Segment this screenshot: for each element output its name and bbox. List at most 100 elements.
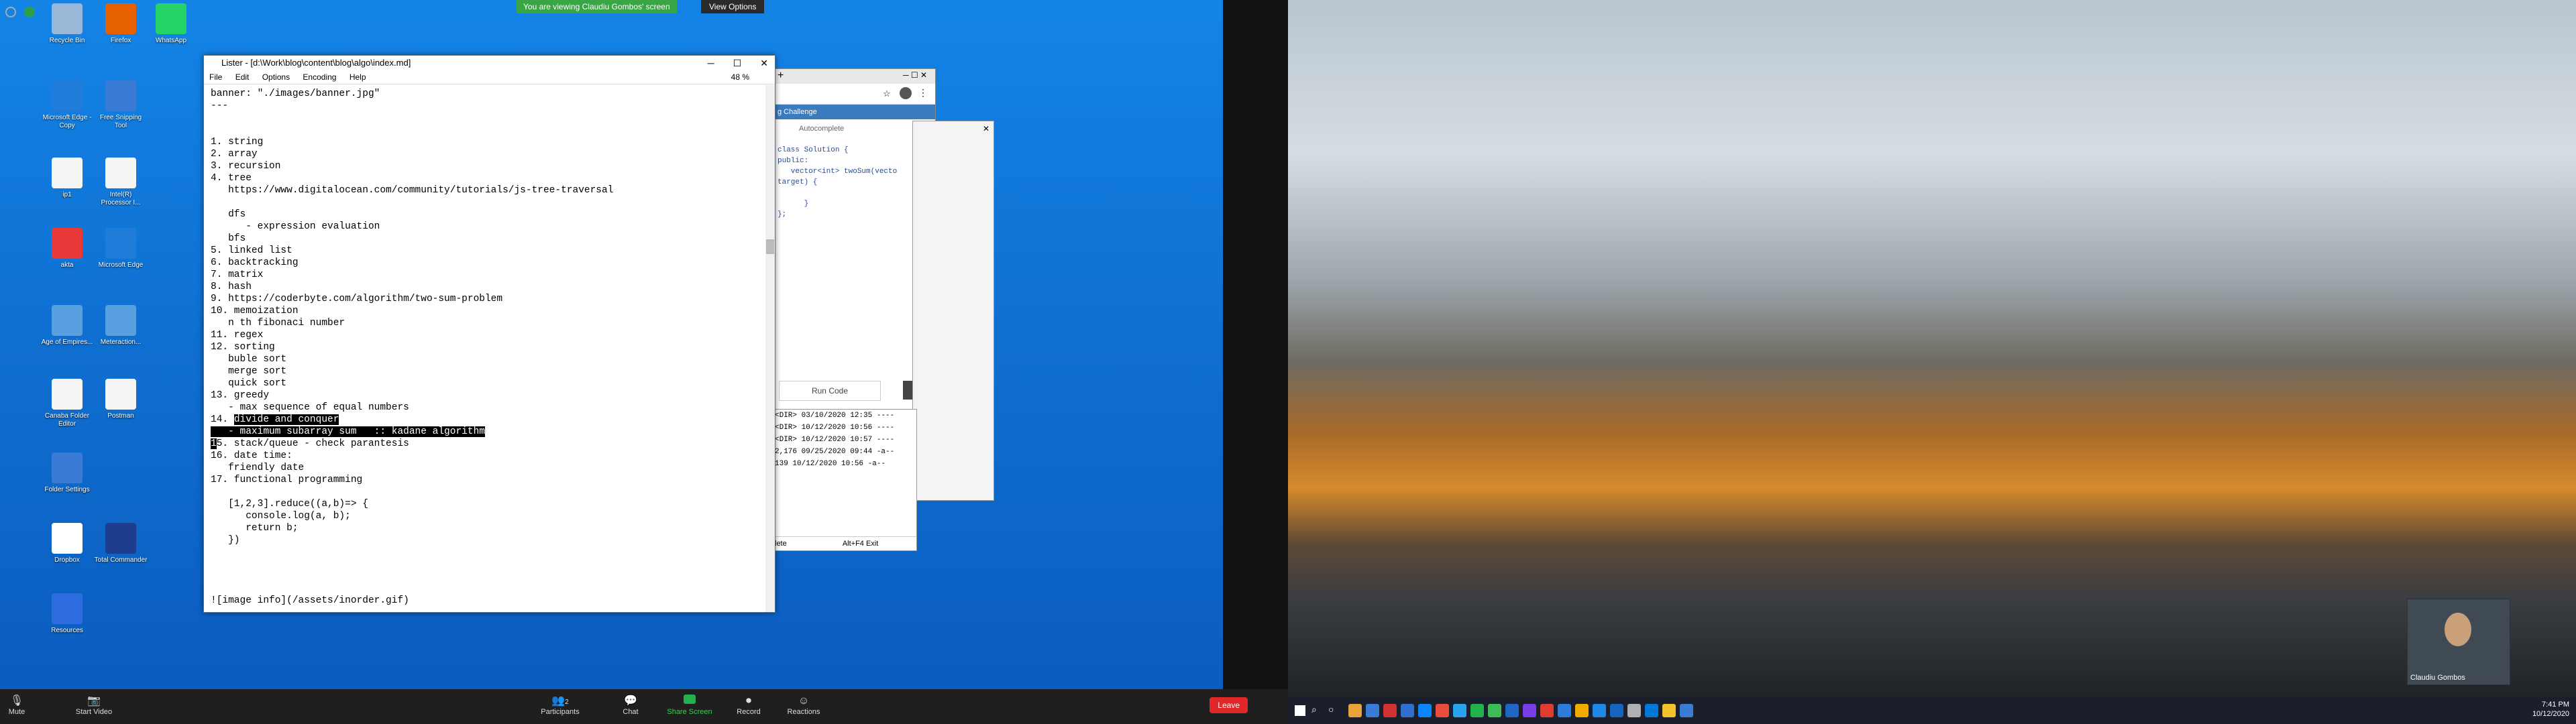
taskbar-app-icon[interactable] <box>1453 704 1466 717</box>
challenge-tab[interactable]: g Challenge <box>772 105 935 119</box>
maximize-icon[interactable]: ☐ <box>733 58 742 68</box>
mute-button[interactable]: 🎙 Mute <box>3 695 30 716</box>
share-screen-icon <box>663 695 716 708</box>
new-tab-icon[interactable]: + <box>777 70 784 82</box>
microphone-icon: 🎙 <box>9 695 24 707</box>
exit-key[interactable]: Alt+F4 Exit <box>843 540 879 548</box>
desktop-icon-label: ip1 <box>62 191 72 198</box>
info-icon[interactable] <box>5 7 16 17</box>
taskbar-app-icon[interactable] <box>1366 704 1379 717</box>
star-icon[interactable]: ☆ <box>883 88 891 99</box>
taskbar-app-icon[interactable] <box>1575 704 1589 717</box>
desktop-icon[interactable]: Dropbox <box>40 523 94 564</box>
taskbar-app-icon[interactable] <box>1540 704 1554 717</box>
participants-button[interactable]: 👥2 Participants <box>533 695 587 716</box>
desktop-icon[interactable]: WhatsApp <box>144 3 198 45</box>
meeting-info <box>5 7 43 21</box>
desktop-icon-label: WhatsApp <box>155 37 187 44</box>
taskbar-app-icon[interactable] <box>1680 704 1693 717</box>
record-icon: ⏺ <box>745 695 751 707</box>
desktop-icon[interactable]: Folder Settings <box>40 452 94 494</box>
desktop-icon[interactable]: Total Commander <box>94 523 148 564</box>
leave-button[interactable]: Leave <box>1210 697 1248 713</box>
close-icon[interactable]: ✕ <box>760 58 768 68</box>
desktop-icon[interactable]: Intel(R) Processor I... <box>94 158 148 207</box>
desktop-icon[interactable]: Postman <box>94 379 148 420</box>
shield-icon[interactable] <box>24 7 35 17</box>
taskbar-app-icon[interactable] <box>1645 704 1658 717</box>
desktop-icon[interactable]: Microsoft Edge <box>94 228 148 269</box>
file-row[interactable]: <DIR> 10/12/2020 10:56 ---- <box>775 422 914 434</box>
search-icon[interactable]: ⌕ <box>1311 704 1317 715</box>
scrollbar[interactable] <box>765 85 775 612</box>
window-controls[interactable]: ─ ☐ ✕ <box>903 70 927 80</box>
chat-button[interactable]: 💬 Chat <box>604 695 657 716</box>
taskbar-app-icon[interactable] <box>1383 704 1397 717</box>
desktop-icon[interactable]: Free Snipping Tool <box>94 80 148 130</box>
system-clock[interactable]: 7:41 PM 10/12/2020 <box>2532 700 2569 719</box>
explorer-window[interactable]: ✕ <box>912 121 994 501</box>
view-options-button[interactable]: View Options <box>701 0 765 13</box>
code-editor[interactable]: class Solution { public: vector<int> two… <box>772 138 935 265</box>
desktop-icon[interactable]: Recycle Bin <box>40 3 94 45</box>
zoom-share-panel: Recycle Bin Firefox WhatsApp Microsoft Edge… <box>0 0 1288 724</box>
taskbar-app-icon[interactable] <box>1488 704 1501 717</box>
desktop-icon[interactable]: ip1 <box>40 158 94 199</box>
file-row[interactable]: 139 10/12/2020 10:56 -a-- <box>775 458 914 470</box>
desktop-icon[interactable]: Canaba Folder Editor <box>40 379 94 428</box>
delete-key[interactable]: lete <box>775 540 787 548</box>
taskbar-app-icon[interactable] <box>1436 704 1449 717</box>
menu-edit[interactable]: Edit <box>235 72 250 82</box>
menu-icon[interactable]: ⋮ <box>918 87 928 99</box>
profile-icon[interactable] <box>900 87 912 99</box>
file-row[interactable]: <DIR> 03/10/2020 12:35 ---- <box>775 410 914 422</box>
lister-window[interactable]: Lister - [d:\Work\blog\content\blog\algo… <box>203 55 775 613</box>
taskbar-app-icon[interactable] <box>1523 704 1536 717</box>
lister-title: Lister - [d:\Work\blog\content\blog\algo… <box>221 58 411 68</box>
taskbar: ⌕ ○ <box>1288 697 2576 724</box>
desktop-icon[interactable]: Age of Empires... <box>40 305 94 347</box>
text-before: banner: "./images/banner.jpg" --- 1. str… <box>211 88 614 425</box>
desktop-icon[interactable]: Meteraction... <box>94 305 148 347</box>
share-screen-button[interactable]: Share Screen <box>663 695 716 716</box>
shared-desktop: Recycle Bin Firefox WhatsApp Microsoft Edge… <box>0 0 1223 689</box>
mute-label: Mute <box>8 708 25 716</box>
taskbar-app-icon[interactable] <box>1662 704 1676 717</box>
start-video-button[interactable]: 📷 Start Video <box>67 695 121 716</box>
file-row[interactable]: 2,176 09/25/2020 09:44 -a-- <box>775 446 914 458</box>
menu-options[interactable]: Options <box>262 72 290 82</box>
taskbar-app-icon[interactable] <box>1627 704 1641 717</box>
browser-window[interactable]: + ─ ☐ ✕ ☆ ⋮ g Challenge Autocomplete cla… <box>771 68 936 420</box>
taskbar-app-icon[interactable] <box>1470 704 1484 717</box>
camera-preview[interactable]: Claudiu Gombos <box>2407 599 2510 685</box>
menu-help[interactable]: Help <box>350 72 366 82</box>
taskbar-app-icon[interactable] <box>1401 704 1414 717</box>
reactions-icon: ☺ <box>798 695 810 707</box>
close-icon[interactable]: ✕ <box>913 121 994 136</box>
taskbar-app-icon[interactable] <box>1593 704 1606 717</box>
taskbar-app-icon[interactable] <box>1610 704 1623 717</box>
autocomplete-toggle[interactable]: Autocomplete <box>772 119 935 138</box>
cortana-icon[interactable]: ○ <box>1328 704 1334 715</box>
chat-icon: 💬 <box>624 695 637 707</box>
desktop-icon[interactable]: Microsoft Edge - Copy <box>40 80 94 130</box>
file-list[interactable]: <DIR> 03/10/2020 12:35 ---- <DIR> 10/12/2… <box>771 409 917 551</box>
taskbar-app-icon[interactable] <box>1558 704 1571 717</box>
windows-start-icon[interactable] <box>1295 705 1305 716</box>
taskbar-app-icon[interactable] <box>1418 704 1432 717</box>
menu-file[interactable]: File <box>209 72 222 82</box>
scroll-thumb[interactable] <box>766 239 774 254</box>
desktop-icon[interactable]: Firefox <box>94 3 148 45</box>
desktop-icon[interactable]: akta <box>40 228 94 269</box>
desktop-icon[interactable]: Resources <box>40 593 94 635</box>
desktop-icon-label: Recycle Bin <box>49 37 85 44</box>
minimize-icon[interactable]: ─ <box>708 58 714 68</box>
menu-encoding[interactable]: Encoding <box>303 72 336 82</box>
run-code-button[interactable]: Run Code <box>779 381 881 401</box>
taskbar-app-icon[interactable] <box>1505 704 1519 717</box>
record-button[interactable]: ⏺ Record <box>722 695 775 716</box>
lister-content[interactable]: banner: "./images/banner.jpg" --- 1. str… <box>211 88 761 606</box>
file-row[interactable]: <DIR> 10/12/2020 10:57 ---- <box>775 434 914 446</box>
taskbar-app-icon[interactable] <box>1348 704 1362 717</box>
reactions-button[interactable]: ☺ Reactions <box>777 695 830 716</box>
